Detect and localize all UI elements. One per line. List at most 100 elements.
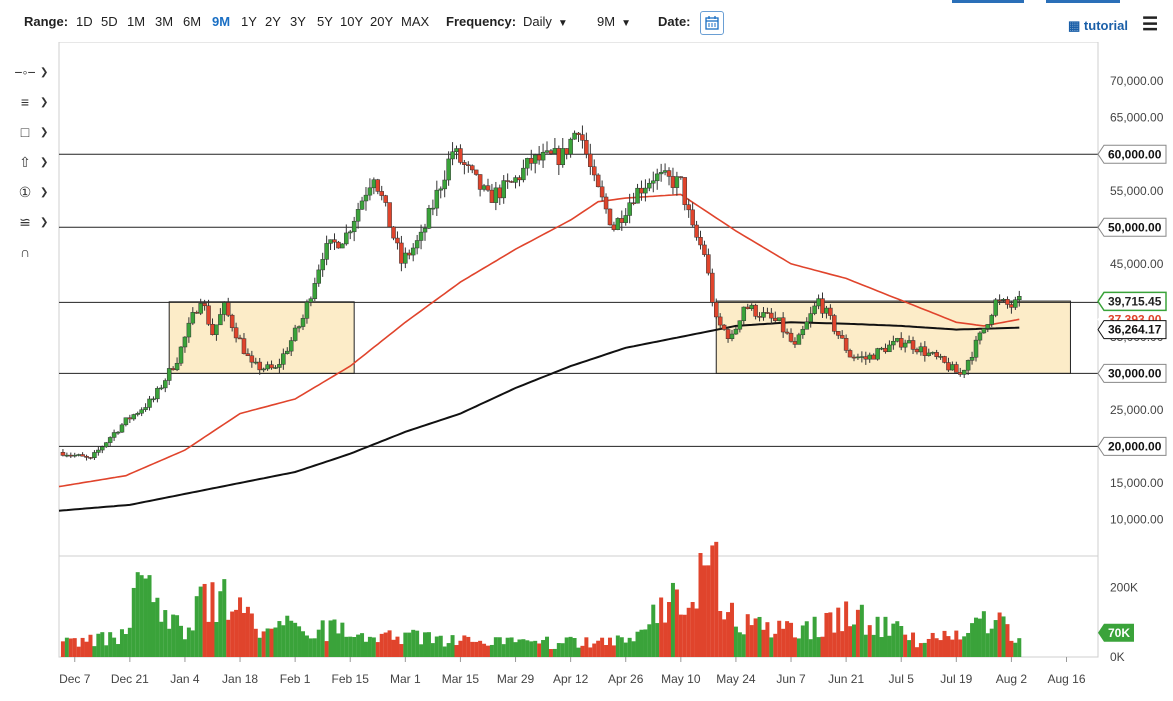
range-button-6m[interactable]: 6M [183, 14, 201, 29]
volume-bar [560, 643, 565, 657]
volume-bar [545, 636, 550, 657]
candle-body [930, 352, 935, 354]
range-button-20y[interactable]: 20Y [370, 14, 393, 29]
volume-bar [871, 634, 876, 657]
volume-bar [588, 647, 593, 657]
x-tick-label: Feb 1 [280, 672, 311, 686]
candle-body [572, 132, 577, 140]
volume-bar [230, 611, 235, 657]
volume-bar [493, 637, 498, 657]
volume-bar [513, 642, 518, 657]
candle-body [556, 148, 562, 166]
range-button-max[interactable]: MAX [401, 14, 429, 29]
volume-bar [604, 645, 609, 657]
candle-body [788, 332, 794, 342]
candle-body [627, 202, 632, 216]
candle-body [678, 176, 684, 178]
period-select[interactable]: 9M ▼ [597, 14, 631, 29]
candle-body [446, 158, 451, 181]
range-button-5y[interactable]: 5Y [317, 14, 333, 29]
candle-body [300, 318, 306, 327]
candle-body [72, 454, 77, 457]
candle-body [706, 254, 711, 274]
range-button-1m[interactable]: 1M [127, 14, 145, 29]
range-button-10y[interactable]: 10Y [340, 14, 363, 29]
x-tick-label: Feb 15 [332, 672, 370, 686]
range-button-2y[interactable]: 2Y [265, 14, 281, 29]
volume-bar [989, 628, 994, 657]
candle-body [918, 346, 924, 353]
frequency-select[interactable]: Daily ▼ [523, 14, 568, 29]
y-tick-label: 25,000.00 [1110, 403, 1164, 417]
volume-bar [415, 630, 420, 657]
range-button-3m[interactable]: 3M [155, 14, 173, 29]
range-button-1d[interactable]: 1D [76, 14, 93, 29]
candle-body [997, 299, 1002, 302]
candle-body [662, 170, 668, 173]
volume-bar [678, 614, 683, 657]
volume-bar [1017, 638, 1022, 657]
candle-body [836, 331, 841, 336]
volume-bar [635, 631, 640, 657]
volume-bar [541, 640, 546, 657]
price-chart[interactable]: 70,000.0065,000.0055,000.0045,000.0035,0… [0, 42, 1173, 701]
candle-body [961, 369, 967, 375]
candle-body [776, 317, 782, 321]
volume-bar [855, 609, 860, 657]
candle-body [946, 362, 951, 371]
candle-body [647, 182, 652, 189]
level-tag-label: 30,000.00 [1108, 366, 1162, 380]
candle-body [926, 352, 932, 356]
volume-bar [899, 626, 904, 657]
date-label: Date: [658, 14, 691, 29]
volume-bar [663, 622, 668, 657]
range-button-9m[interactable]: 9M [212, 14, 230, 29]
candle-body [560, 148, 566, 166]
tutorial-link[interactable]: ▦ tutorial [1068, 18, 1128, 34]
candle-body [422, 228, 428, 233]
volume-bar [726, 612, 731, 657]
volume-bar [686, 607, 691, 657]
volume-bar [214, 621, 219, 657]
volume-bar [564, 637, 569, 657]
candle-body [100, 446, 105, 451]
hamburger-menu-icon[interactable]: ☰ [1142, 14, 1158, 35]
candle-body [796, 334, 802, 345]
volume-bar [887, 635, 892, 657]
volume-bar [454, 645, 459, 657]
volume-bar [706, 565, 711, 657]
candle-body [674, 176, 680, 188]
volume-bar [729, 602, 734, 657]
candle-body [68, 454, 74, 457]
candle-body [529, 158, 534, 164]
volume-bar [584, 637, 589, 657]
candle-body [548, 150, 554, 154]
candle-body [753, 304, 758, 317]
volume-bar [682, 614, 687, 657]
calendar-button[interactable] [700, 11, 724, 35]
volume-bar [903, 634, 908, 657]
volume-bar [942, 630, 947, 657]
volume-bar [163, 610, 168, 657]
candle-body [253, 361, 259, 364]
volume-bar [96, 633, 101, 657]
x-tick-label: Jul 5 [889, 672, 915, 686]
candle-body [60, 452, 66, 456]
volume-bar [478, 640, 483, 657]
candle-body [851, 356, 857, 359]
candle-body [103, 442, 109, 448]
candle-body [584, 140, 589, 155]
range-button-1y[interactable]: 1Y [241, 14, 257, 29]
range-button-5d[interactable]: 5D [101, 14, 118, 29]
volume-bar [796, 638, 801, 657]
candle-body [879, 347, 884, 350]
volume-bar [301, 631, 306, 657]
volume-bar [828, 612, 833, 657]
candle-body [493, 187, 499, 203]
candle-body [135, 412, 140, 415]
candle-body [332, 239, 337, 243]
volume-bar [434, 636, 439, 657]
volume-bar [930, 632, 935, 657]
volume-bar [891, 623, 896, 657]
range-button-3y[interactable]: 3Y [290, 14, 306, 29]
